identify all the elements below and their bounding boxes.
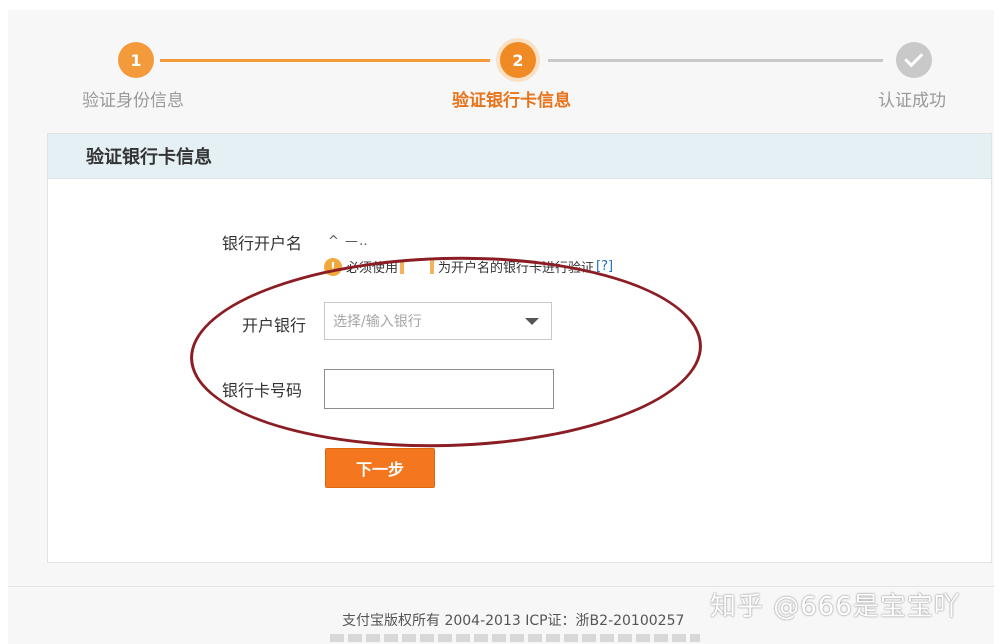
step-2-number: 2 — [512, 50, 524, 70]
chevron-down-icon[interactable] — [525, 317, 539, 325]
step-1-marker: 1 — [118, 42, 154, 78]
bank-select[interactable]: 选择/输入银行 — [324, 302, 552, 340]
hint-text-after: 为开户名的银行卡进行验证 — [438, 261, 595, 276]
warning-icon: ! — [324, 257, 342, 276]
step-1-number: 1 — [130, 50, 142, 70]
footer-copyright: 支付宝版权所有 2004-2013 ICP证：浙B2-20100257 — [342, 613, 685, 629]
card-number-input[interactable] — [324, 369, 554, 409]
card-number-label: 银行卡号码 — [222, 381, 303, 400]
redacted-name — [400, 259, 437, 274]
help-link[interactable]: [?] — [596, 259, 613, 274]
step-connector-pending — [548, 59, 883, 62]
bank-label: 开户银行 — [242, 316, 307, 335]
step-3-marker — [896, 42, 932, 78]
watermark: 知乎 @666是宝宝吖 — [710, 592, 961, 622]
panel-title: 验证银行卡信息 — [86, 147, 212, 168]
step-connector-completed — [160, 59, 490, 62]
checkmark-icon — [903, 48, 923, 68]
step-2-label: 验证银行卡信息 — [452, 91, 571, 111]
account-name-label: 银行开户名 — [222, 234, 303, 253]
bank-select-placeholder: 选择/输入银行 — [333, 314, 422, 330]
step-2-marker: 2 — [500, 42, 536, 78]
bank-card-verification-panel: 验证银行卡信息 银行开户名 ^ —‥ ! 必须使用 为开户名的银行卡进行验证 [… — [47, 133, 992, 563]
account-name-hint: ! 必须使用 为开户名的银行卡进行验证 [?] — [324, 257, 613, 276]
progress-steps: 1 2 验证身份信息 验证银行卡信息 认证成功 — [0, 0, 1002, 130]
panel-header: 验证银行卡信息 — [48, 134, 991, 179]
next-button[interactable]: 下一步 — [325, 448, 435, 488]
step-3-label: 认证成功 — [878, 91, 946, 111]
hint-text-before: 必须使用 — [346, 261, 399, 276]
step-1-label: 验证身份信息 — [82, 91, 184, 111]
account-name-value: ^ —‥ — [328, 234, 369, 249]
footer-links-blurred — [330, 634, 700, 642]
